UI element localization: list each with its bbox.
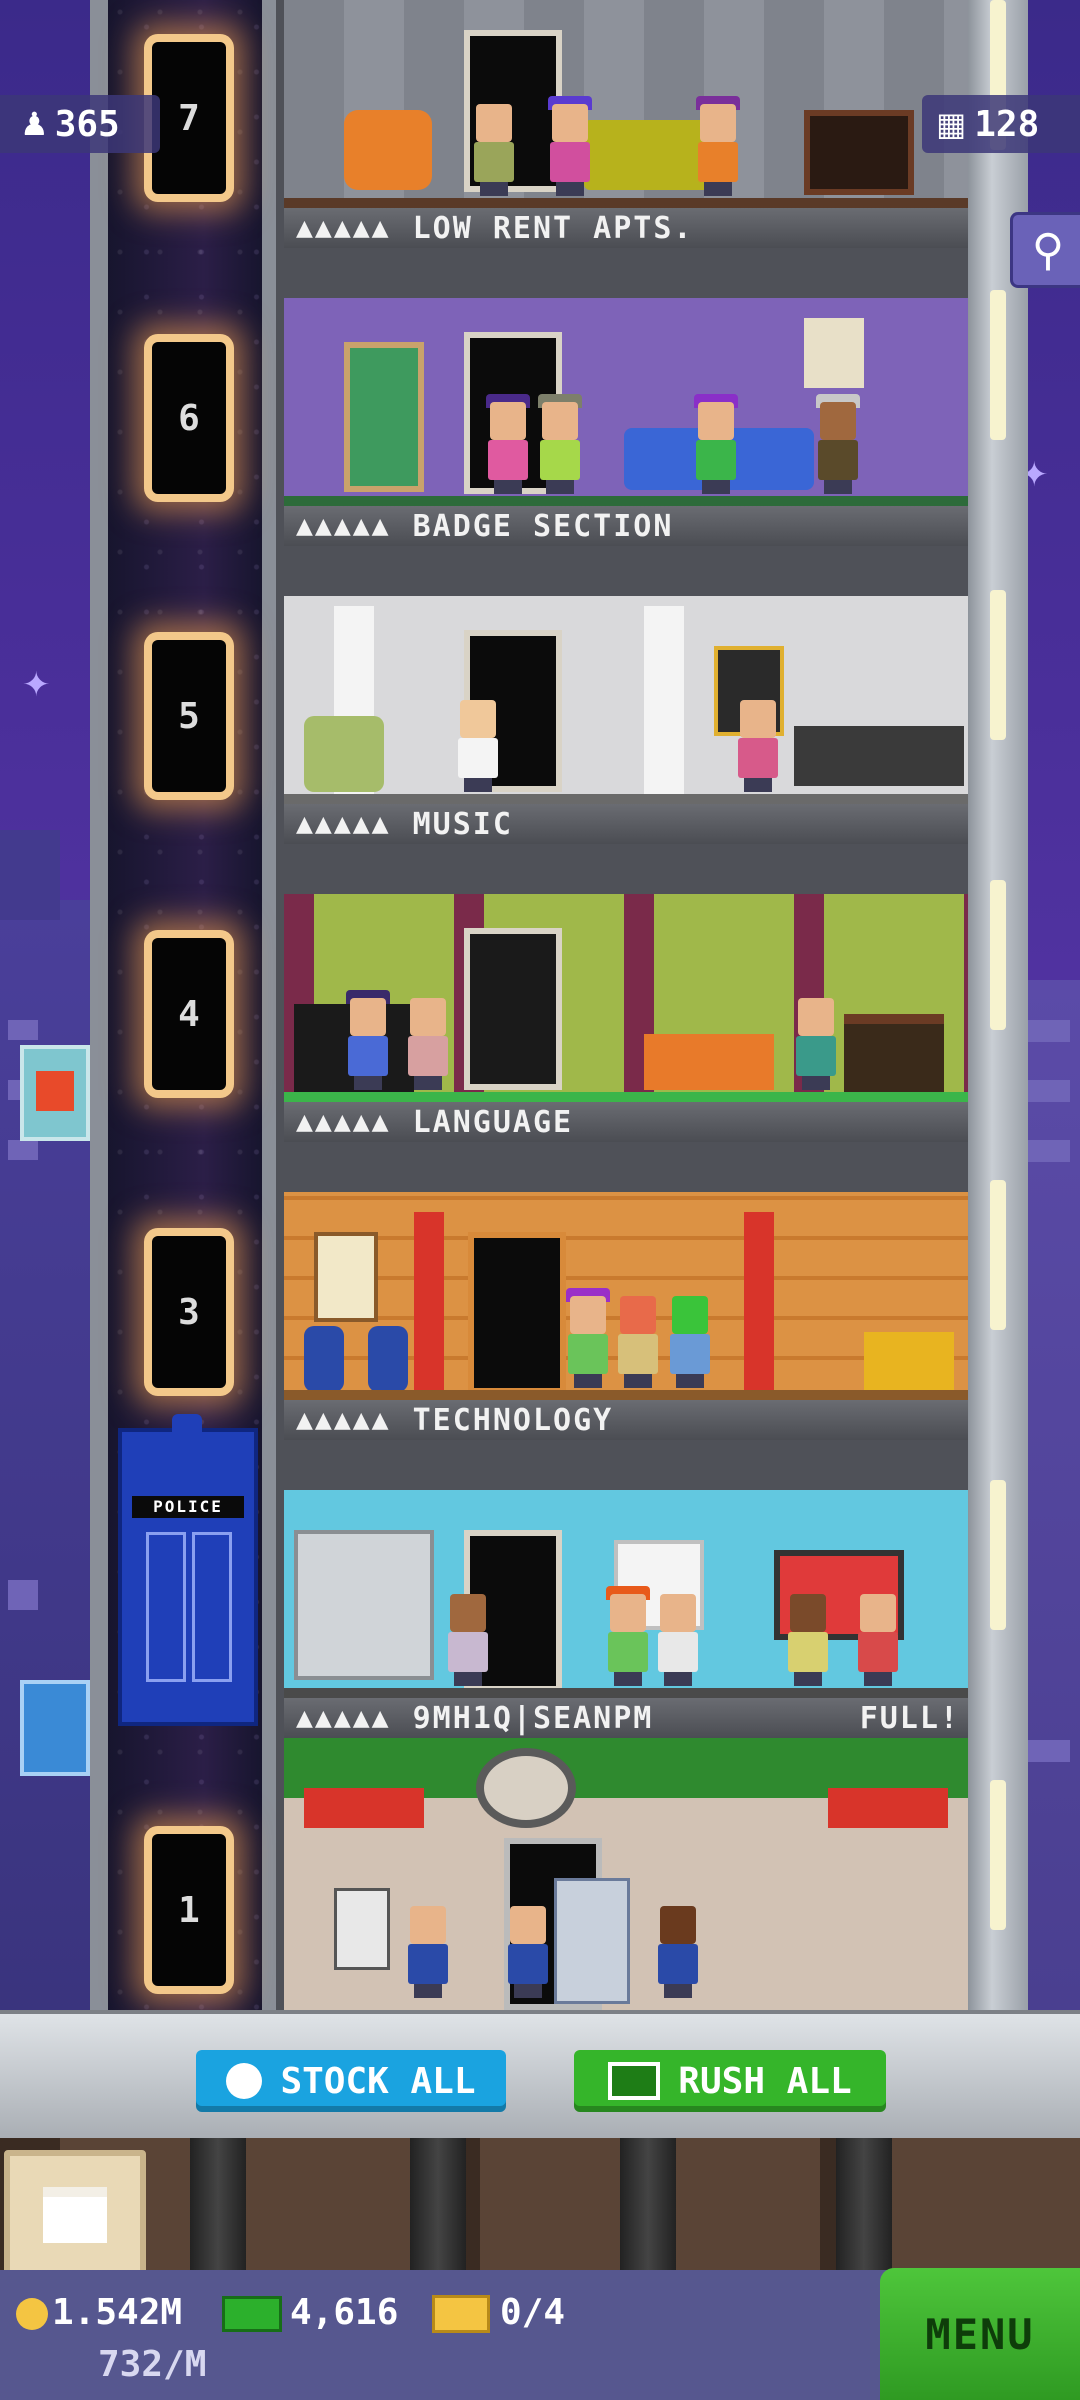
wall-frame (804, 318, 864, 388)
blue-vase (368, 1326, 408, 1392)
clock-icon (226, 2063, 263, 2099)
floor-name: MUSIC (412, 806, 513, 842)
floor-name: TECHNOLOGY (412, 1402, 614, 1438)
orange-armchair (344, 110, 432, 190)
floor-name: BADGE SECTION (412, 508, 674, 544)
floors-icon: ▦ (936, 105, 967, 143)
coins-rate: 732/M (98, 2344, 207, 2385)
population-counter[interactable]: ♟ 365 (0, 95, 160, 153)
wall-painting (314, 1232, 378, 1322)
shaft-floor-5: 5 (152, 640, 226, 792)
rush-all-label: RUSH ALL (678, 2060, 852, 2102)
bux-icon (608, 2062, 661, 2100)
floor-stars: ▲▲▲▲▲ (296, 1407, 391, 1433)
ticket-icon (432, 2295, 490, 2333)
bux-icon (222, 2296, 282, 2332)
green-door (344, 342, 424, 492)
lobby-banner (304, 1788, 424, 1828)
computer-shelf (294, 1530, 434, 1680)
shaft-floor-7: 7 (152, 42, 226, 194)
menu-button[interactable]: MENU (880, 2268, 1080, 2400)
floor-count-counter[interactable]: ▦ 128 (922, 95, 1080, 153)
bux-display[interactable]: 4,616 (222, 2292, 398, 2333)
counter (794, 726, 964, 786)
tickets-display[interactable]: 0/4 (432, 2292, 565, 2333)
floor-full-status: FULL! (859, 1700, 960, 1736)
coins-value: 1.542M (52, 2292, 183, 2333)
shaft-floor-6: 6 (152, 342, 226, 494)
floor-door (464, 928, 562, 1090)
floor-stars: ▲▲▲▲▲ (296, 1109, 391, 1135)
lobby-banner (828, 1788, 948, 1828)
golden-shrine (864, 1332, 954, 1392)
population-value: 365 (54, 103, 120, 145)
stock-all-button[interactable]: STOCK ALL (196, 2050, 506, 2112)
tv-set (804, 110, 914, 195)
search-icon: ⚲ (1031, 224, 1065, 276)
lobby-clock (476, 1748, 576, 1828)
floor-door (468, 1232, 566, 1394)
police-box-sign: POLICE (132, 1496, 244, 1518)
person-icon: ♟ (20, 105, 49, 143)
coins-display[interactable]: 1.542M (16, 2292, 182, 2333)
tickets-value: 0/4 (500, 2292, 566, 2333)
floor-count-value: 128 (974, 103, 1040, 145)
basement-strip (0, 2138, 1080, 2270)
action-button-bar: STOCK ALL RUSH ALL (0, 2010, 1080, 2142)
search-button[interactable]: ⚲ (1010, 212, 1080, 288)
stock-all-label: STOCK ALL (280, 2060, 476, 2102)
red-column (744, 1212, 774, 1400)
floor-name: LOW RENT APTS. (412, 210, 694, 246)
shaft-floor-3: 3 (152, 1236, 226, 1388)
red-column (414, 1212, 444, 1400)
floor-name: LANGUAGE (412, 1104, 574, 1140)
crate-icon[interactable] (4, 2150, 146, 2280)
shaft-floor-4: 4 (152, 938, 226, 1090)
green-armchair (304, 716, 384, 792)
shaft-floor-1: 1 (152, 1834, 226, 1986)
rush-all-button[interactable]: RUSH ALL (574, 2050, 886, 2112)
coin-icon (16, 2298, 48, 2330)
floor-name: 9MH1Q|SEANPM (412, 1700, 654, 1736)
floor-stars: ▲▲▲▲▲ (296, 811, 391, 837)
police-box-elevator[interactable]: POLICE (118, 1414, 258, 1726)
tower-right-wall (968, 0, 1028, 2010)
billboard-fries-icon (20, 1045, 90, 1141)
billboard-screen-icon (20, 1680, 90, 1776)
bed (644, 1034, 774, 1090)
blue-vase (304, 1326, 344, 1392)
bux-value: 4,616 (290, 2292, 399, 2333)
robot-visitor (554, 1878, 630, 2004)
fireplace (844, 1014, 944, 1092)
atm-machine (334, 1888, 390, 1970)
floor-stars: ▲▲▲▲▲ (296, 215, 391, 241)
floor-stars: ▲▲▲▲▲ (296, 1705, 391, 1731)
star-sparkle: ✦ (22, 665, 51, 705)
white-pillar (644, 606, 684, 796)
floor-stars: ▲▲▲▲▲ (296, 513, 391, 539)
